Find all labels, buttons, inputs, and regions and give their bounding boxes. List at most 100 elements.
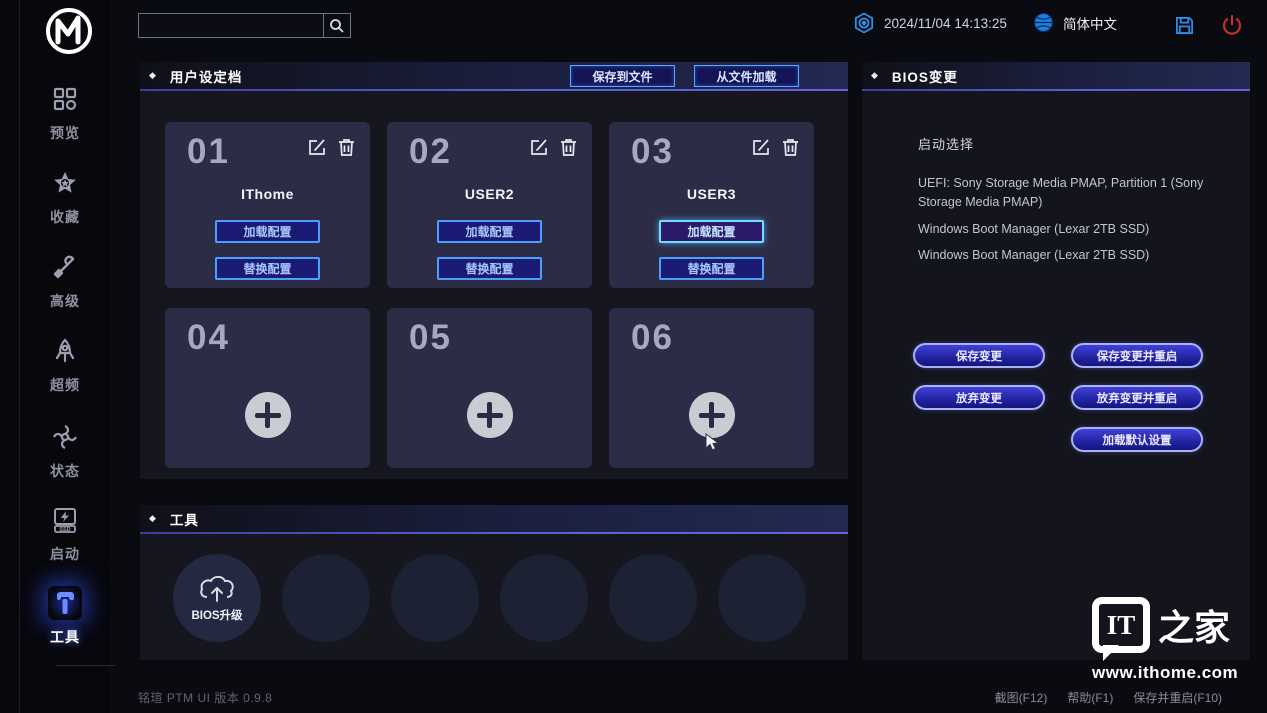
load-config-button[interactable]: 加载配置 (437, 220, 542, 243)
bios-changes-title: BIOS变更 (891, 69, 958, 85)
card-number: 03 (631, 132, 674, 171)
save-to-file-button[interactable]: 保存到文件 (570, 65, 675, 87)
sidebar-label: 高级 (50, 293, 80, 309)
sidebar-bottom-decoration (55, 648, 133, 666)
search-input[interactable] (138, 13, 324, 38)
wrench-advanced-icon (48, 250, 82, 284)
bios-changes-panel: ◆ BIOS变更 启动选择 UEFI: Sony Storage Media P… (862, 62, 1250, 660)
boot-ssd-icon: SSD (48, 503, 82, 537)
add-profile-button[interactable] (466, 392, 513, 438)
diamond-icon: ◆ (149, 70, 156, 80)
card-number: 04 (187, 318, 230, 357)
tool-slot-empty (718, 554, 806, 642)
save-settings-button[interactable] (1171, 12, 1197, 38)
profile-card-04: 04 (165, 308, 370, 468)
hammer-tools-icon (48, 586, 82, 620)
header-gradient-line (140, 532, 848, 534)
rocket-overclock-icon (48, 334, 82, 368)
language-selector[interactable]: 简体中文 (1033, 12, 1117, 33)
edit-icon[interactable] (752, 138, 771, 157)
profile-card-02: 02 USER2 加载配置 替换配置 (387, 122, 592, 288)
tool-slot-empty (282, 554, 370, 642)
tools-header: ◆ 工具 (140, 505, 848, 534)
ithome-watermark: IT 之家 www.ithome.com (1092, 597, 1252, 683)
sidebar-label: 收藏 (50, 209, 80, 225)
sidebar-item-preview[interactable]: 预览 (20, 82, 110, 143)
user-profiles-header: ◆ 用户设定档 保存到文件 从文件加载 (140, 62, 848, 91)
profile-card-05: 05 (387, 308, 592, 468)
sidebar-item-overclock[interactable]: 超频 (20, 334, 110, 395)
ithome-logo-it: IT (1106, 609, 1136, 640)
add-profile-button[interactable] (244, 392, 291, 438)
edit-icon[interactable] (308, 138, 327, 157)
datetime-text: 2024/11/04 14:13:25 (884, 15, 1007, 31)
ithome-url: www.ithome.com (1092, 663, 1239, 682)
profile-name: USER3 (686, 186, 737, 202)
user-profiles-title: 用户设定档 (169, 69, 243, 85)
boot-option: Windows Boot Manager (Lexar 2TB SSD) (918, 221, 1150, 236)
grid-preview-icon (48, 82, 82, 116)
replace-config-button[interactable]: 替换配置 (437, 257, 542, 280)
save-restart-shortcut[interactable]: 保存并重启(F10) (1133, 689, 1222, 706)
card-number: 06 (631, 318, 674, 357)
add-profile-button[interactable] (688, 392, 735, 438)
bios-changes-header: ◆ BIOS变更 (862, 62, 1250, 91)
replace-config-button[interactable]: 替换配置 (659, 257, 764, 280)
edit-icon[interactable] (530, 138, 549, 157)
screenshot-shortcut[interactable]: 截图(F12) (995, 689, 1048, 706)
bios-upgrade-button[interactable]: BIOS升级 (173, 554, 261, 642)
save-changes-button[interactable]: 保存变更 (913, 343, 1045, 368)
boot-options-list: UEFI: Sony Storage Media PMAP, Partition… (918, 174, 1220, 273)
trash-icon[interactable] (560, 138, 577, 157)
replace-config-button[interactable]: 替换配置 (215, 257, 320, 280)
tools-panel: ◆ 工具 BIOS升级 (140, 505, 848, 660)
profile-name: IThome (241, 186, 294, 202)
sidebar-item-boot[interactable]: SSD 启动 (20, 503, 110, 564)
tool-slot-empty (609, 554, 697, 642)
power-icon (1222, 14, 1242, 35)
sidebar-label: 工具 (50, 629, 80, 645)
version-text: 铭瑄 PTM UI 版本 0.9.8 (138, 691, 273, 705)
sidebar-label: 超频 (50, 377, 80, 393)
trash-icon[interactable] (338, 138, 355, 157)
star-favorites-icon (48, 166, 82, 200)
sidebar-item-favorites[interactable]: 收藏 (20, 166, 110, 227)
sidebar-item-status[interactable]: 状态 (20, 420, 110, 481)
user-profiles-panel: ◆ 用户设定档 保存到文件 从文件加载 01 IThome 加载配置 替换配置 … (140, 62, 848, 479)
mouse-cursor (705, 433, 723, 458)
datetime-group: 2024/11/04 14:13:25 (853, 12, 1007, 34)
card-number: 05 (409, 318, 452, 357)
ithome-logo-home: 之家 (1158, 607, 1231, 649)
globe-icon (1033, 12, 1054, 33)
help-shortcut[interactable]: 帮助(F1) (1067, 689, 1113, 706)
load-config-button[interactable]: 加载配置 (659, 220, 764, 243)
sidebar-label: 启动 (50, 546, 80, 562)
ithome-logo: IT (1092, 597, 1150, 661)
discard-changes-restart-button[interactable]: 放弃变更并重启 (1071, 385, 1203, 410)
sidebar-item-advanced[interactable]: 高级 (20, 250, 110, 311)
sidebar-label: 预览 (50, 125, 80, 141)
header-gradient-line (862, 89, 1250, 91)
diamond-icon: ◆ (871, 70, 878, 80)
load-config-button[interactable]: 加载配置 (215, 220, 320, 243)
sidebar-item-tools[interactable]: 工具 (20, 586, 110, 647)
search-box (138, 13, 351, 38)
clock-icon (854, 12, 874, 34)
language-label: 简体中文 (1063, 16, 1117, 32)
search-button[interactable] (324, 13, 351, 38)
tool-label: BIOS升级 (191, 610, 243, 622)
load-from-file-button[interactable]: 从文件加载 (694, 65, 799, 87)
maxsun-logo (38, 6, 100, 56)
load-defaults-button[interactable]: 加载默认设置 (1071, 427, 1203, 452)
trash-icon[interactable] (782, 138, 799, 157)
save-changes-restart-button[interactable]: 保存变更并重启 (1071, 343, 1203, 368)
discard-changes-button[interactable]: 放弃变更 (913, 385, 1045, 410)
fan-status-icon (48, 420, 82, 454)
footer-shortcuts: 截图(F12) 帮助(F1) 保存并重启(F10) (995, 689, 1222, 706)
profile-card-03: 03 USER3 加载配置 替换配置 (609, 122, 814, 288)
power-button[interactable] (1219, 12, 1245, 38)
tools-title: 工具 (169, 512, 199, 528)
cloud-upload-icon (200, 575, 234, 602)
card-number: 02 (409, 132, 452, 171)
header-gradient-line (140, 89, 848, 91)
